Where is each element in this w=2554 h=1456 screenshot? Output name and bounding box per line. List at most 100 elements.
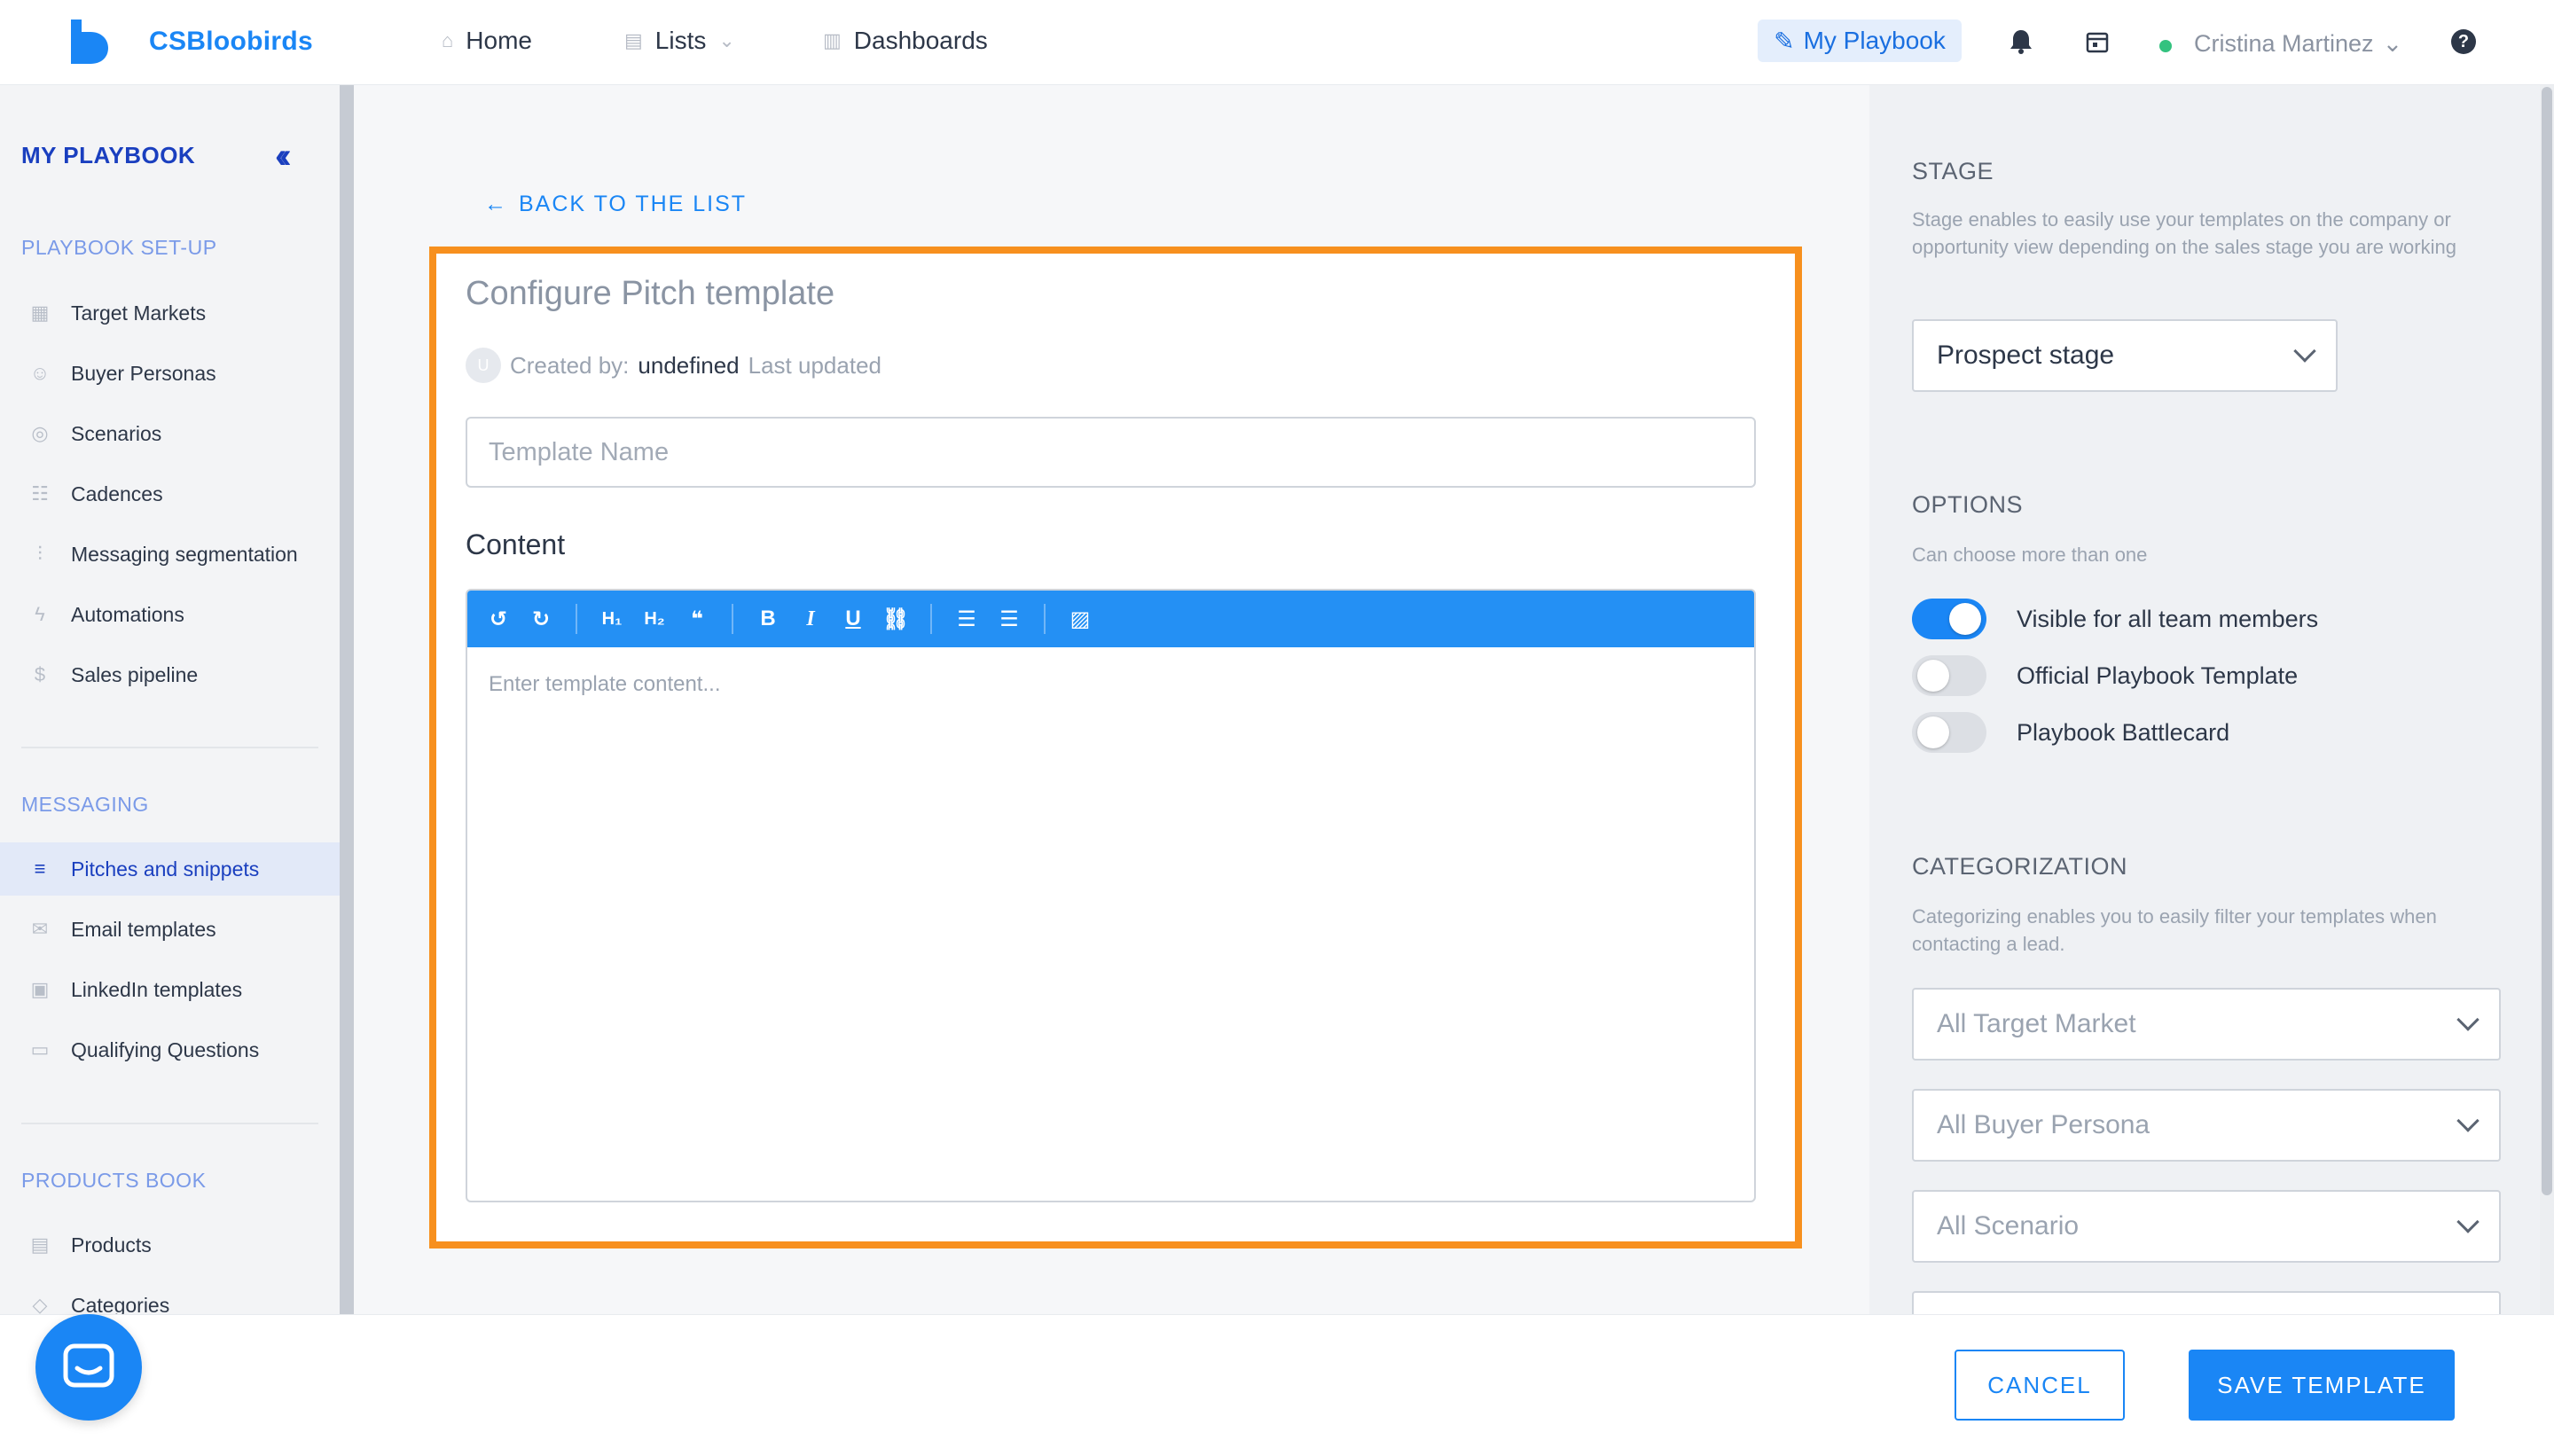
heading2-icon[interactable]: H₂ bbox=[641, 606, 668, 632]
sidebar-item-label: Messaging segmentation bbox=[71, 542, 298, 566]
bold-icon[interactable]: B bbox=[755, 606, 781, 632]
lightning-icon: ϟ bbox=[35, 603, 45, 625]
calendar-icon[interactable] bbox=[2082, 27, 2112, 57]
nav-home[interactable]: ⌂ Home bbox=[442, 27, 532, 55]
image-icon[interactable]: ▨ bbox=[1067, 606, 1093, 632]
chat-icon: ▭ bbox=[30, 1038, 50, 1061]
option-battlecard[interactable]: Playbook Battlecard bbox=[1912, 712, 2229, 753]
bullet-list-icon[interactable]: ☰ bbox=[953, 606, 980, 632]
chevron-down-icon: ⌄ bbox=[2382, 30, 2403, 57]
nav-dashboards[interactable]: ▥ Dashboards bbox=[823, 27, 988, 55]
template-name-input[interactable] bbox=[466, 417, 1756, 488]
chevron-down-icon bbox=[2456, 1210, 2480, 1233]
editor-toolbar: ↺ ↻ H₁ H₂ ❝ B I U ⛓ ☰ ☰ ▨ bbox=[467, 591, 1754, 647]
undo-icon[interactable]: ↺ bbox=[485, 606, 512, 632]
toolbar-divider bbox=[576, 604, 577, 634]
content-editor[interactable]: ↺ ↻ H₁ H₂ ❝ B I U ⛓ ☰ ☰ ▨ Enter template… bbox=[466, 589, 1756, 1202]
sidebar-item-label: Sales pipeline bbox=[71, 662, 199, 686]
building-icon: ▦ bbox=[30, 301, 50, 324]
nav-lists[interactable]: ▤ Lists ⌄ bbox=[624, 27, 735, 55]
my-playbook-button[interactable]: ✎ My Playbook bbox=[1758, 20, 1962, 62]
cancel-button[interactable]: CANCEL bbox=[1955, 1350, 2125, 1421]
option-visible-team[interactable]: Visible for all team members bbox=[1912, 599, 2318, 639]
home-icon: ⌂ bbox=[442, 29, 454, 51]
chevron-down-icon bbox=[2456, 1109, 2480, 1132]
sidebar-item-products[interactable]: ▤ Products bbox=[0, 1218, 340, 1272]
sidebar-item-messaging-segmentation[interactable]: ⫶ Messaging segmentation bbox=[0, 528, 340, 581]
option-label: Official Playbook Template bbox=[2017, 661, 2299, 689]
compass-icon: ◎ bbox=[31, 422, 49, 444]
chat-launcher-button[interactable] bbox=[35, 1314, 142, 1421]
sidebar-item-label: Target Markets bbox=[71, 301, 207, 325]
numbered-list-icon[interactable]: ☰ bbox=[996, 606, 1022, 632]
sidebar-item-label: Qualifying Questions bbox=[71, 1037, 260, 1061]
sidebar-item-label: Scenarios bbox=[71, 421, 162, 445]
buyer-persona-select[interactable]: All Buyer Persona bbox=[1912, 1089, 2501, 1162]
sidebar-item-email-templates[interactable]: ✉ Email templates bbox=[0, 903, 340, 956]
categorization-description: Categorizing enables you to easily filte… bbox=[1912, 905, 2437, 955]
sidebar-item-scenarios[interactable]: ◎ Scenarios bbox=[0, 407, 340, 460]
sidebar-item-cadences[interactable]: ☷ Cadences bbox=[0, 467, 340, 521]
sidebar-item-qualifying-questions[interactable]: ▭ Qualifying Questions bbox=[0, 1023, 340, 1076]
sidebar-item-target-markets[interactable]: ▦ Target Markets bbox=[0, 286, 340, 340]
section-playbook-setup: PLAYBOOK SET-UP bbox=[21, 236, 217, 259]
back-to-list-label: BACK TO THE LIST bbox=[519, 192, 748, 216]
stage-description: Stage enables to easily use your templat… bbox=[1912, 208, 2456, 258]
mail-icon: ✉ bbox=[31, 918, 49, 940]
created-by-label: Created by: bbox=[510, 351, 630, 379]
sidebar-item-label: Automations bbox=[71, 602, 184, 626]
target-market-select[interactable]: All Target Market bbox=[1912, 988, 2501, 1061]
options-description: Can choose more than one bbox=[1912, 544, 2148, 566]
bloobirds-logo[interactable] bbox=[67, 20, 110, 64]
top-navbar: CSBloobirds ⌂ Home ▤ Lists ⌄ ▥ Dashboard… bbox=[0, 0, 2554, 85]
option-official-template[interactable]: Official Playbook Template bbox=[1912, 655, 2298, 696]
option-label: Playbook Battlecard bbox=[2017, 718, 2230, 746]
right-scrollbar[interactable] bbox=[2542, 87, 2552, 1195]
section-messaging: MESSAGING bbox=[21, 793, 149, 816]
sidebar-item-label: Cadences bbox=[71, 481, 163, 505]
visible-team-toggle[interactable] bbox=[1912, 599, 1986, 639]
bell-icon[interactable] bbox=[2006, 27, 2036, 57]
italic-icon[interactable]: I bbox=[797, 606, 824, 632]
stage-select[interactable]: Prospect stage bbox=[1912, 319, 2338, 392]
battlecard-toggle[interactable] bbox=[1912, 712, 1986, 753]
select-value: All Buyer Persona bbox=[1937, 1110, 2151, 1139]
chevron-down-icon bbox=[2293, 340, 2316, 363]
arrow-left-icon: ← bbox=[484, 192, 508, 216]
document-icon: ▤ bbox=[30, 1233, 50, 1256]
sidebar-item-sales-pipeline[interactable]: $ Sales pipeline bbox=[0, 648, 340, 701]
editor-placeholder[interactable]: Enter template content... bbox=[467, 647, 1754, 722]
page-title: Configure Pitch template bbox=[466, 275, 835, 312]
wand-icon: ✎ bbox=[1774, 27, 1795, 55]
official-template-toggle[interactable] bbox=[1912, 655, 1986, 696]
brand-name[interactable]: CSBloobirds bbox=[149, 27, 313, 57]
scenario-select[interactable]: All Scenario bbox=[1912, 1190, 2501, 1263]
stage-heading: STAGE bbox=[1912, 158, 1994, 184]
collapse-sidebar-icon[interactable]: ‹‹ bbox=[275, 137, 291, 176]
save-template-button[interactable]: SAVE TEMPLATE bbox=[2189, 1350, 2455, 1421]
underline-icon[interactable]: U bbox=[840, 606, 866, 632]
sliders-icon: ⫶ bbox=[37, 543, 43, 565]
toolbar-divider bbox=[732, 604, 733, 634]
sidebar-scrollbar[interactable] bbox=[340, 85, 354, 1314]
sidebar-divider bbox=[21, 747, 318, 748]
sidebar-item-automations[interactable]: ϟ Automations bbox=[0, 588, 340, 641]
sidebar-item-linkedin-templates[interactable]: ▣ LinkedIn templates bbox=[0, 963, 340, 1016]
nav-lists-label: Lists bbox=[654, 27, 707, 54]
cadence-icon: ☷ bbox=[31, 482, 49, 505]
select-value: All Scenario bbox=[1937, 1211, 2080, 1241]
user-menu[interactable]: Cristina Martinez ⌄ bbox=[2194, 30, 2402, 58]
bar-chart-icon: ▥ bbox=[823, 29, 842, 51]
back-to-list-link[interactable]: ← BACK TO THE LIST bbox=[484, 192, 747, 217]
help-icon[interactable]: ? bbox=[2451, 29, 2476, 54]
sidebar-item-buyer-personas[interactable]: ☺ Buyer Personas bbox=[0, 347, 340, 400]
linkedin-icon: ▣ bbox=[30, 978, 50, 1000]
chat-icon bbox=[63, 1343, 114, 1388]
redo-icon[interactable]: ↻ bbox=[528, 606, 554, 632]
quote-icon[interactable]: ❝ bbox=[684, 606, 710, 632]
heading1-icon[interactable]: H₁ bbox=[599, 606, 625, 632]
last-updated-label: Last updated bbox=[748, 351, 881, 379]
link-icon[interactable]: ⛓ bbox=[882, 606, 909, 632]
options-heading: OPTIONS bbox=[1912, 491, 2024, 518]
sidebar-item-pitches-and-snippets[interactable]: ≡ Pitches and snippets bbox=[0, 842, 340, 896]
